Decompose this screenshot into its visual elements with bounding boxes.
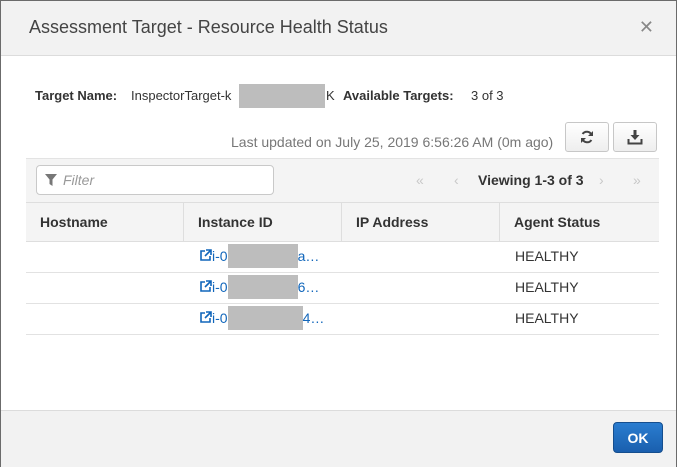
target-name-prefix: InspectorTarget-k: [131, 88, 232, 103]
redacted-target-name: [239, 84, 325, 108]
agent-status-cell: HEALTHY: [515, 279, 579, 295]
agent-status-cell: HEALTHY: [515, 310, 579, 326]
column-header-ip-address[interactable]: IP Address: [342, 203, 500, 241]
column-header-hostname[interactable]: Hostname: [26, 203, 184, 241]
available-targets-value: 3 of 3: [471, 88, 504, 103]
download-icon: [627, 130, 643, 145]
external-link-icon: [200, 311, 212, 323]
external-link-icon: [200, 280, 212, 292]
dialog-header: Assessment Target - Resource Health Stat…: [1, 1, 676, 56]
column-header-instance-id[interactable]: Instance ID: [184, 203, 342, 241]
close-icon[interactable]: ✕: [639, 18, 654, 36]
column-header-agent-status[interactable]: Agent Status: [500, 203, 659, 241]
instance-id-prefix: i-0: [212, 310, 228, 326]
instance-id-suffix: 4…: [302, 310, 325, 326]
agent-status-cell: HEALTHY: [515, 248, 579, 264]
download-button[interactable]: [613, 122, 657, 152]
next-page-icon[interactable]: ›: [599, 172, 604, 188]
table-row: i-0 4… HEALTHY: [26, 303, 659, 335]
dialog-footer: OK: [1, 410, 676, 467]
table-row: i-0 6… HEALTHY: [26, 272, 659, 304]
last-updated-text: Last updated on July 25, 2019 6:56:26 AM…: [231, 134, 554, 150]
instance-id-link[interactable]: i-0 a…: [199, 241, 319, 272]
target-name-suffix: K: [326, 88, 335, 103]
instance-id-link[interactable]: i-0 4…: [199, 303, 324, 334]
table-header: Hostname Instance ID IP Address Agent St…: [26, 202, 659, 242]
pagination-status: Viewing 1-3 of 3: [478, 172, 584, 188]
external-link-icon: [200, 249, 212, 261]
filter-input[interactable]: [61, 171, 265, 189]
refresh-icon: [581, 130, 593, 144]
resource-health-dialog: Assessment Target - Resource Health Stat…: [0, 0, 677, 467]
instance-id-suffix: a…: [297, 248, 320, 264]
dialog-title: Assessment Target - Resource Health Stat…: [29, 17, 388, 37]
filter-field[interactable]: [36, 165, 274, 195]
last-page-icon[interactable]: »: [633, 172, 641, 188]
first-page-icon[interactable]: «: [416, 172, 424, 188]
refresh-button[interactable]: [565, 122, 609, 152]
table-toolbar: « ‹ Viewing 1-3 of 3 › »: [26, 158, 659, 203]
redacted-instance-id: [227, 306, 303, 330]
target-name-label: Target Name:: [35, 88, 118, 103]
table-row: i-0 a… HEALTHY: [26, 241, 659, 273]
instance-id-prefix: i-0: [212, 279, 228, 295]
filter-icon: [45, 174, 57, 186]
available-targets-label: Available Targets:: [343, 88, 454, 103]
prev-page-icon[interactable]: ‹: [454, 172, 459, 188]
redacted-instance-id: [227, 275, 298, 299]
instance-id-suffix: 6…: [297, 279, 320, 295]
instance-id-link[interactable]: i-0 6…: [199, 272, 319, 303]
instance-id-prefix: i-0: [212, 248, 228, 264]
redacted-instance-id: [227, 244, 298, 268]
ok-button[interactable]: OK: [613, 422, 663, 453]
